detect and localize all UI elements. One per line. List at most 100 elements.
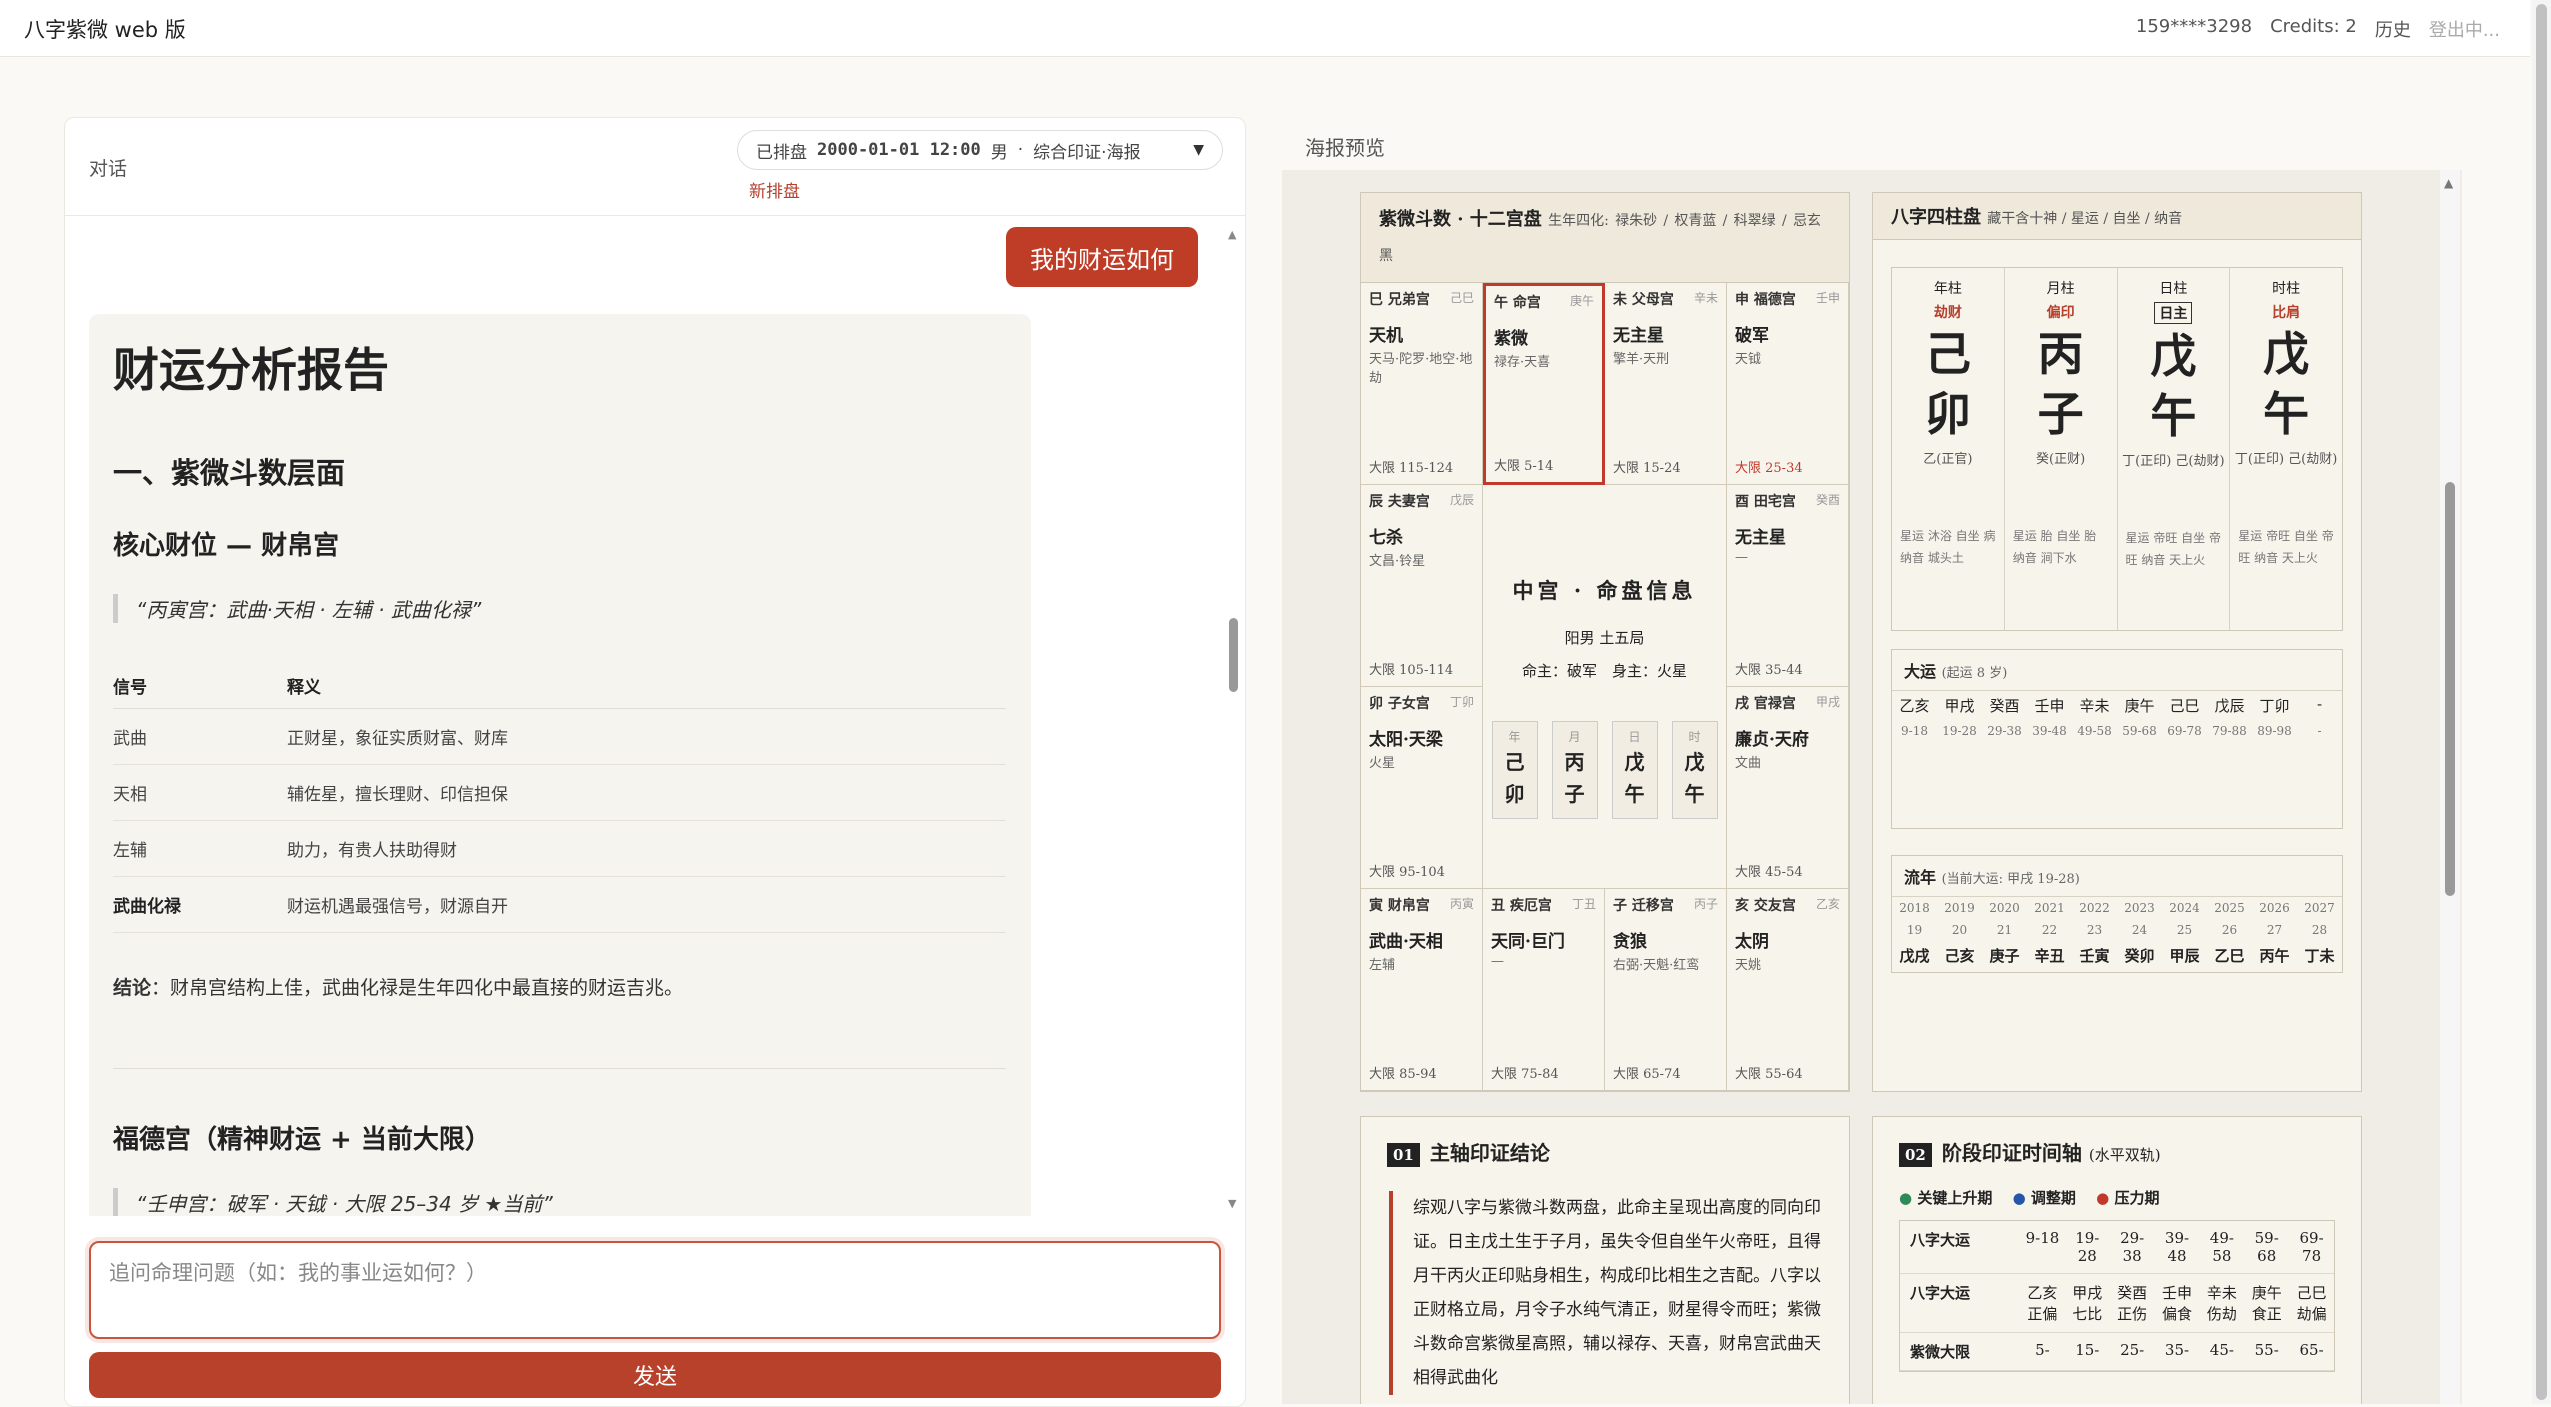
palace-name-row: 辰 夫妻宫 戊辰 xyxy=(1369,491,1474,511)
scroll-thumb[interactable] xyxy=(2536,4,2547,1400)
scroll-up-icon[interactable]: ▲ xyxy=(1228,228,1236,241)
minor-stars: 天钺 xyxy=(1735,352,1762,367)
table-cell: 丁未 xyxy=(2304,947,2335,965)
meaning-cell: 正财星，象征实质财富、财库 xyxy=(287,708,1006,765)
dayun-sub: (起运 8 岁) xyxy=(1941,666,2008,681)
minor-stars: — xyxy=(1491,954,1504,969)
section-number: 02 xyxy=(1899,1143,1932,1167)
pillar-shishen: 比肩 xyxy=(2272,305,2301,321)
dayun-table: 大运 (起运 8 岁) 乙亥 甲戌 癸酉 壬申 辛未 庚午 己巳 戊辰 丁卯 - 9-18 19-2… xyxy=(1891,649,2343,829)
pillar-column: 月柱 偏印丙子癸(正财) 星运 胎 自坐 胎 纳音 涧下水 xyxy=(2005,268,2118,630)
table-cell: 27 xyxy=(2266,923,2283,937)
palace-daxian: 大限 105-114 xyxy=(1369,663,1454,678)
dayun-title: 大运 xyxy=(1904,662,1937,681)
minor-stars: 文曲 xyxy=(1735,756,1762,771)
pillar-branch: 卯 xyxy=(1924,387,1971,441)
scroll-thumb[interactable] xyxy=(2445,482,2455,896)
legend-dot-icon: ● xyxy=(2096,1189,2110,1207)
pillar-shishen: 劫财 xyxy=(1933,305,1962,321)
timeline-cell: 15- xyxy=(2075,1341,2100,1359)
pillar-stem: 丙 xyxy=(2037,327,2084,381)
palace-branch: 丙寅 xyxy=(1449,897,1474,911)
chart-selector[interactable]: 已排盘 2000-01-01 12:00 男 · 综合印证·海报 ▼ xyxy=(737,130,1223,170)
mini-pillar: 月丙子 xyxy=(1551,721,1598,819)
palace-daxian: 大限 5-14 xyxy=(1494,459,1554,474)
pillar-details: 星运 胎 自坐 胎 纳音 涧下水 xyxy=(2012,529,2097,565)
table-row: 天相 辅佐星，擅长理财、印信担保 xyxy=(113,764,1006,821)
table-cell: 壬申 xyxy=(2034,697,2065,715)
palace-name-row: 巳 兄弟宫 己巳 xyxy=(1369,289,1474,309)
palace-branch: 庚午 xyxy=(1569,294,1594,308)
conclusion-label: 结论 xyxy=(113,977,152,999)
palace-name: 亥 交友宫 xyxy=(1735,898,1796,914)
new-chart-link[interactable]: 新排盘 xyxy=(749,177,800,202)
palace-cell: 辰 夫妻宫 戊辰 七杀 文昌·铃星 大限 105-114 xyxy=(1361,485,1483,687)
palace-name: 申 福德宫 xyxy=(1735,292,1796,308)
palace-cell: 戌 官禄宫 甲戌 廉贞·天府 文曲 大限 45-54 xyxy=(1727,687,1849,889)
timeline-label: 紫微大限 xyxy=(1910,1343,1971,1361)
chart-mode: 综合印证·海报 xyxy=(1033,142,1141,163)
palace-name: 卯 子女宫 xyxy=(1369,696,1430,712)
liunian-sub: (当前大运: 甲戌 19-28) xyxy=(1941,872,2080,887)
question-input[interactable]: 追问命理问题（如：我的事业运如何？） xyxy=(89,1241,1221,1339)
timeline-cell: 癸酉 正伤 xyxy=(2117,1284,2148,1323)
palace-name-row: 卯 子女宫 丁卯 xyxy=(1369,693,1474,713)
palace-daxian: 大限 25-34 xyxy=(1735,461,1803,476)
table-cell: 2027 xyxy=(2304,901,2335,915)
table-cell: 2018 xyxy=(1899,901,1930,915)
table-cell: 19-28 xyxy=(1942,724,1977,738)
sihua-ke: 科翠绿 xyxy=(1733,213,1776,229)
palace-cell: 申 福德宫 壬申 破军 天钺 大限 25-34 xyxy=(1727,283,1849,485)
table-row: 武曲 正财星，象征实质财富、财库 xyxy=(113,708,1006,765)
timeline-cell: 59-68 xyxy=(2254,1229,2279,1265)
palace-name: 丑 疾厄宫 xyxy=(1491,898,1552,914)
mini-pillar: 年己卯 xyxy=(1491,721,1538,819)
scroll-thumb[interactable] xyxy=(1229,618,1238,692)
timeline-label: 八字大运 xyxy=(1910,1284,1971,1302)
main-star: 天机 xyxy=(1369,326,1403,346)
table-cell: - xyxy=(2316,695,2323,713)
chat-panel: 对话 已排盘 2000-01-01 12:00 男 · 综合印证·海报 ▼ 新排… xyxy=(64,117,1246,1407)
table-cell: 69-78 xyxy=(2167,724,2202,738)
timeline-row: 八字大运 9-18 19-28 29-38 39-48 49-58 59-68 69-78 xyxy=(1900,1221,2334,1274)
table-cell: 癸卯 xyxy=(2124,947,2155,965)
app-title: 八字紫微 web 版 xyxy=(24,18,186,42)
bazi-subtitle: 藏干含十神 / 星运 / 自坐 / 纳音 xyxy=(1987,211,2183,227)
table-cell: 9-18 xyxy=(1901,724,1928,738)
chevron-down-icon[interactable]: ▼ xyxy=(1193,142,1204,158)
timeline-cell: 29-38 xyxy=(2120,1229,2145,1265)
table-cell: 丁卯 xyxy=(2259,697,2290,715)
palace-quote: “丙寅宫：武曲·天相 · 左辅 · 武曲化禄” xyxy=(113,594,1007,623)
palace-cell: 巳 兄弟宫 己巳 天机 天马·陀罗·地空·地劫 大限 115-124 xyxy=(1361,283,1483,485)
pillar-stem: 戊 xyxy=(2263,327,2310,381)
minor-stars: 火星 xyxy=(1369,756,1396,771)
timeline-cell: 5- xyxy=(2035,1341,2050,1359)
pillar-details: 星运 沐浴 自坐 病 纳音 城头土 xyxy=(1900,529,1996,565)
table-cell: 戊戌 xyxy=(1899,947,1930,965)
palace-branch: 辛未 xyxy=(1693,291,1718,305)
timeline-cell: 25- xyxy=(2120,1341,2145,1359)
logout-link[interactable]: 登出中... xyxy=(2429,16,2500,42)
signal-cell: 武曲 xyxy=(113,708,287,765)
page-scrollbar[interactable] xyxy=(2532,0,2551,1404)
chart-datetime: 2000-01-01 12:00 xyxy=(817,140,981,160)
table-cell: 2020 xyxy=(1989,901,2020,915)
sihua-lu: 禄朱砂 xyxy=(1615,213,1658,229)
table-cell: 辛未 xyxy=(2079,697,2110,715)
mini-pillars: 年己卯 月丙子 日戊午 时戊午 xyxy=(1483,721,1726,819)
ziwei-title: 紫微斗数 · 十二宫盘 xyxy=(1379,209,1542,230)
scroll-up-icon[interactable]: ▲ xyxy=(2444,176,2453,190)
history-link[interactable]: 历史 xyxy=(2375,16,2411,42)
scroll-down-icon[interactable]: ▼ xyxy=(1228,1197,1236,1210)
table-row: 武曲化禄 财运机遇最强信号，财源自开 xyxy=(113,876,1006,933)
dayun-ganzhi-row: 乙亥 甲戌 癸酉 壬申 辛未 庚午 己巳 戊辰 丁卯 - xyxy=(1892,691,2342,720)
send-button[interactable]: 发送 xyxy=(89,1352,1221,1398)
main-star: 无主星 xyxy=(1735,528,1786,548)
account-area: 159****3298 Credits: 2 历史 登出中... xyxy=(2136,16,2500,42)
palace-daxian: 大限 15-24 xyxy=(1613,461,1681,476)
conclusion-text: ：财帛宫结构上佳，武曲化禄是生年四化中最直接的财运吉兆。 xyxy=(151,977,684,999)
section-title: 阶段印证时间轴 xyxy=(1941,1141,2082,1165)
chat-scrollbar[interactable]: ▲ ▼ xyxy=(1224,228,1242,1210)
ziwei-chart: 紫微斗数 · 十二宫盘 生年四化: 禄朱砂 / 权青蓝 / 科翠绿 / 忌玄黑 … xyxy=(1360,192,1850,1092)
poster-scrollbar[interactable]: ▲ xyxy=(2440,170,2460,1404)
